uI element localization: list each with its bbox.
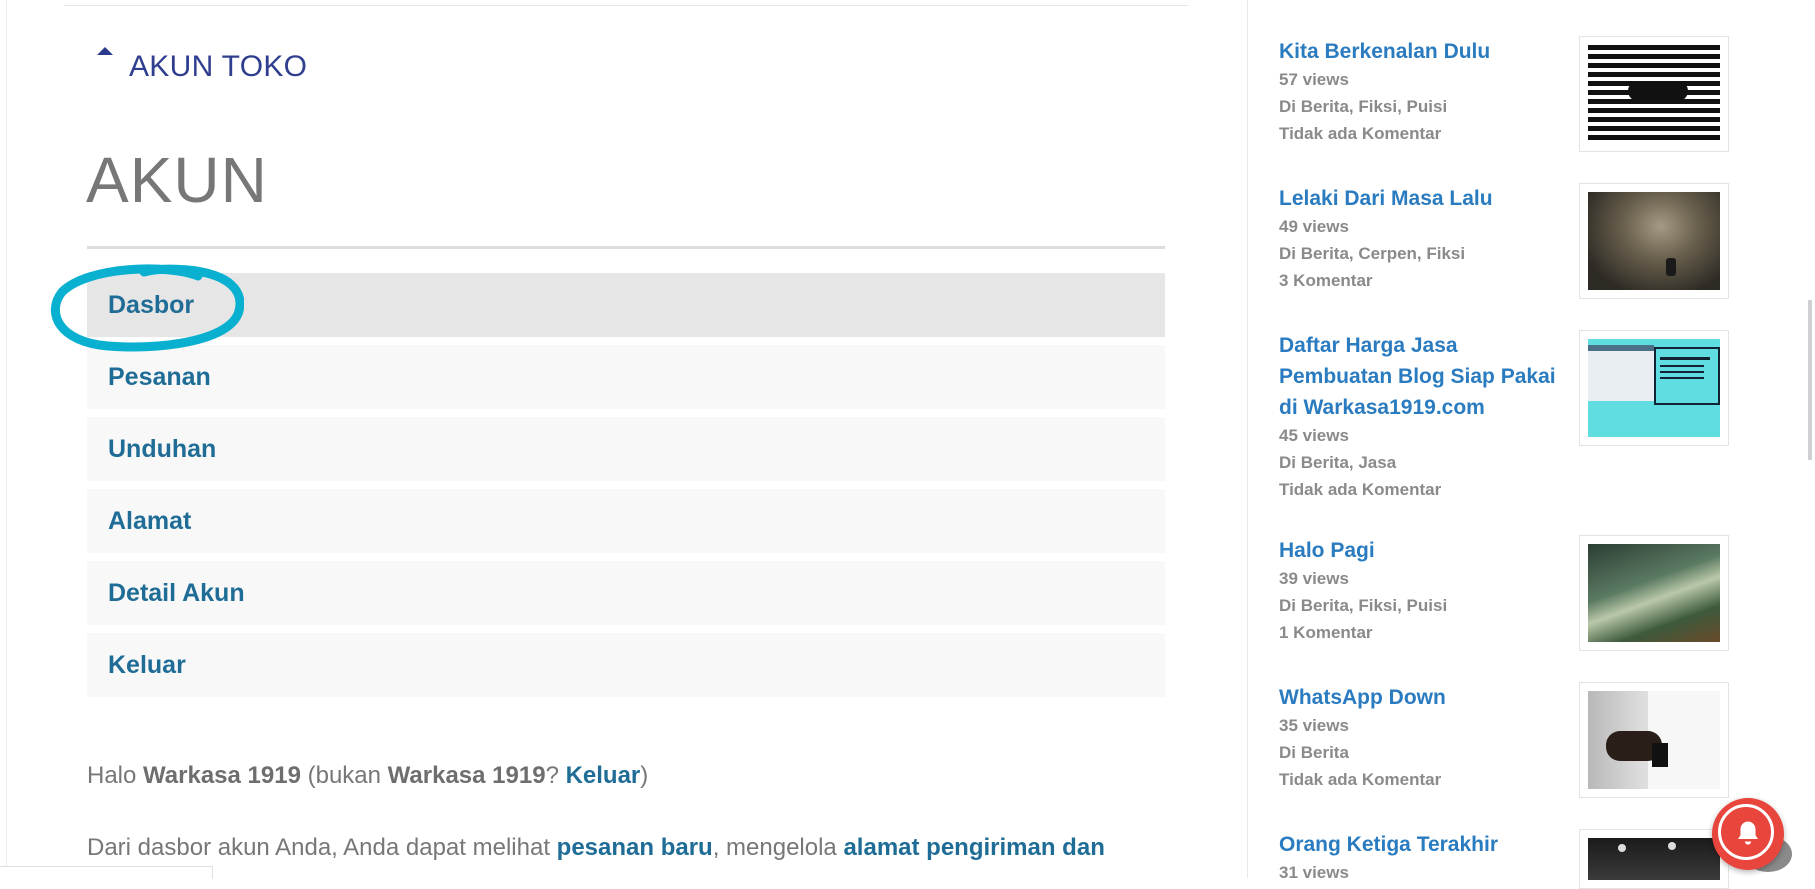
dashboard-description: Dari dasbor akun Anda, Anda dapat meliha… bbox=[87, 834, 1105, 861]
post-views: 49 views bbox=[1279, 217, 1349, 236]
caret-up-icon bbox=[97, 47, 113, 55]
post-views: 35 views bbox=[1279, 716, 1349, 735]
post-comments[interactable]: 3 Komentar bbox=[1279, 267, 1559, 294]
sidebar-divider bbox=[1247, 0, 1248, 878]
post-categories[interactable]: Di Berita, Jasa bbox=[1279, 449, 1559, 476]
post-comments[interactable]: Tidak ada Komentar bbox=[1279, 476, 1559, 503]
post-thumbnail[interactable] bbox=[1579, 829, 1729, 889]
addresses-link[interactable]: alamat pengiriman dan bbox=[843, 834, 1104, 861]
post-categories[interactable]: Di Berita, Cerpen, Fiksi bbox=[1279, 240, 1559, 267]
post-thumbnail[interactable] bbox=[1579, 330, 1729, 446]
post-title[interactable]: Kita Berkenalan Dulu bbox=[1279, 36, 1559, 67]
post-views: 31 views bbox=[1279, 863, 1349, 882]
account-navigation: Dasbor Pesanan Unduhan Alamat Detail Aku… bbox=[87, 273, 1165, 705]
greeting-text: Halo Warkasa 1919 (bukan Warkasa 1919? K… bbox=[87, 762, 649, 789]
title-divider bbox=[87, 246, 1165, 249]
username-alt: Warkasa 1919 bbox=[387, 762, 546, 789]
nav-item-alamat[interactable]: Alamat bbox=[87, 489, 1165, 553]
post-comments[interactable]: Tidak ada Komentar bbox=[1279, 120, 1559, 147]
logout-link[interactable]: Keluar bbox=[566, 762, 641, 789]
post-thumbnail[interactable] bbox=[1579, 535, 1729, 651]
post-title[interactable]: Orang Ketiga Terakhir bbox=[1279, 829, 1559, 860]
post-views: 45 views bbox=[1279, 426, 1349, 445]
breadcrumb[interactable]: AKUN TOKO bbox=[97, 46, 307, 86]
post-thumbnail[interactable] bbox=[1579, 682, 1729, 798]
nav-item-keluar[interactable]: Keluar bbox=[87, 633, 1165, 697]
bottom-tab bbox=[0, 866, 213, 879]
nav-item-pesanan[interactable]: Pesanan bbox=[87, 345, 1165, 409]
post-categories[interactable]: Di Berita, Fiksi, Puisi bbox=[1279, 592, 1559, 619]
nav-item-unduhan[interactable]: Unduhan bbox=[87, 417, 1165, 481]
post-title[interactable]: WhatsApp Down bbox=[1279, 682, 1559, 713]
post-title[interactable]: Daftar Harga Jasa Pembuatan Blog Siap Pa… bbox=[1279, 330, 1559, 423]
orders-link[interactable]: pesanan baru bbox=[557, 834, 713, 861]
hand-drawn-circle-annotation bbox=[50, 264, 244, 352]
nav-item-detail-akun[interactable]: Detail Akun bbox=[87, 561, 1165, 625]
post-categories[interactable]: Di Berita, Fiksi, Puisi bbox=[1279, 93, 1559, 120]
post-views: 57 views bbox=[1279, 70, 1349, 89]
post-thumbnail[interactable] bbox=[1579, 183, 1729, 299]
breadcrumb-label[interactable]: AKUN TOKO bbox=[129, 50, 307, 84]
post-views: 39 views bbox=[1279, 569, 1349, 588]
scrollbar[interactable] bbox=[1808, 300, 1812, 460]
nav-item-dasbor[interactable]: Dasbor bbox=[87, 273, 1165, 337]
post-categories[interactable]: Di Berita bbox=[1279, 739, 1559, 766]
top-divider bbox=[64, 5, 1188, 6]
post-comments[interactable]: Tidak ada Komentar bbox=[1279, 766, 1559, 793]
post-thumbnail[interactable] bbox=[1579, 36, 1729, 152]
post-title[interactable]: Halo Pagi bbox=[1279, 535, 1559, 566]
page-edge bbox=[6, 0, 7, 878]
username: Warkasa 1919 bbox=[143, 762, 301, 789]
post-title[interactable]: Lelaki Dari Masa Lalu bbox=[1279, 183, 1559, 214]
notification-bell-button[interactable] bbox=[1712, 798, 1784, 870]
page-title: AKUN bbox=[86, 144, 268, 216]
post-comments[interactable]: 1 Komentar bbox=[1279, 619, 1559, 646]
bell-icon bbox=[1738, 821, 1758, 845]
